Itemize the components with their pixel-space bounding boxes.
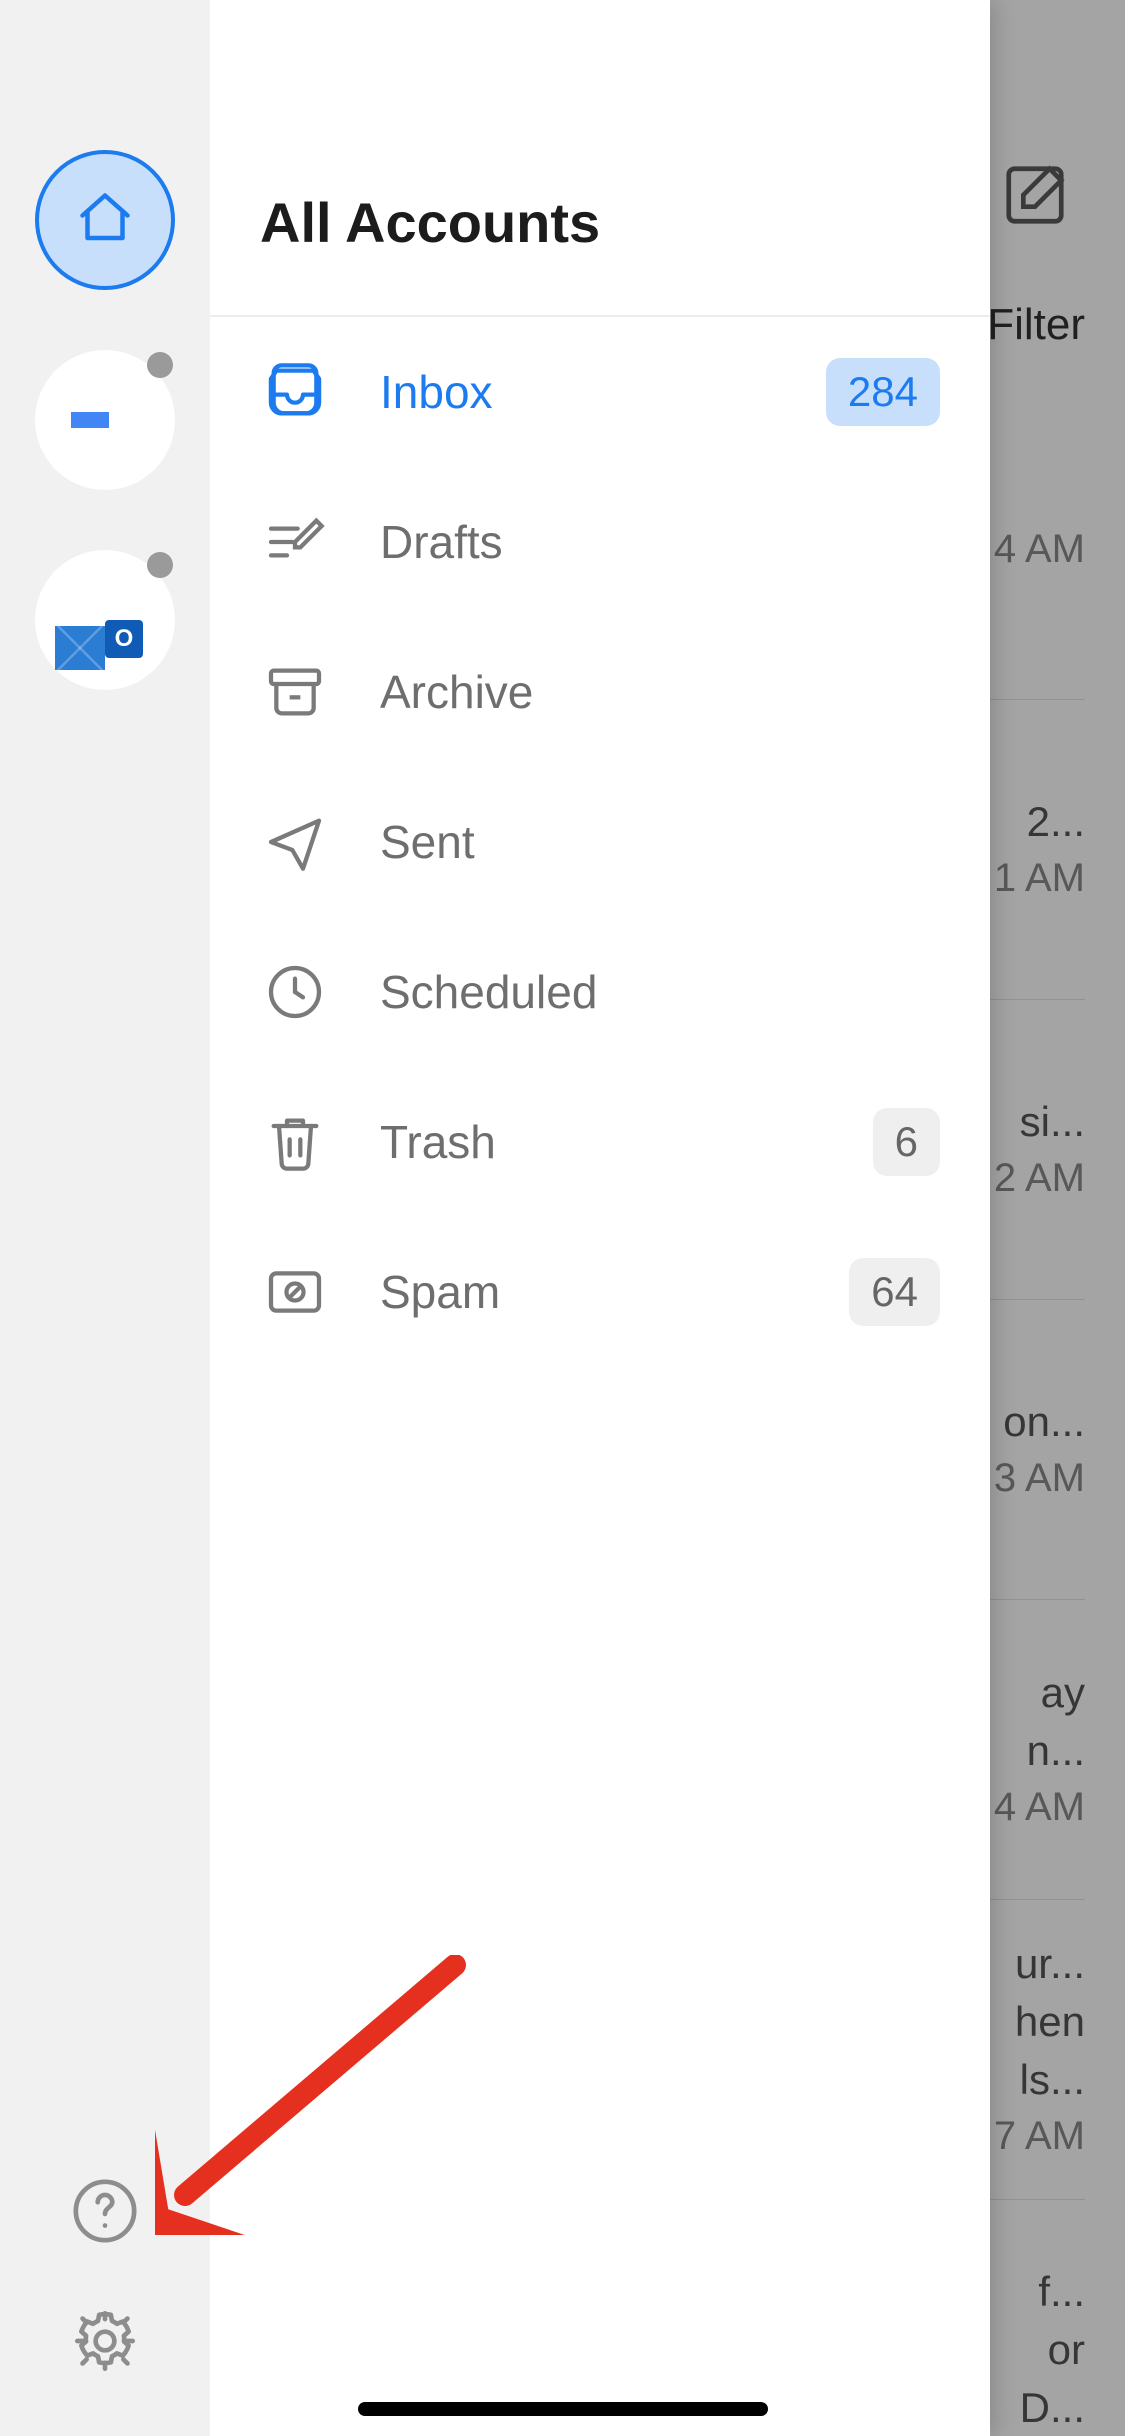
account-all-home[interactable] [35,150,175,290]
folder-label: Archive [380,665,940,719]
sent-icon [260,807,330,877]
folder-label: Drafts [380,515,940,569]
folder-archive[interactable]: Archive [210,617,990,767]
folder-label: Scheduled [380,965,940,1019]
folder-sent[interactable]: Sent [210,767,990,917]
spam-icon [260,1257,330,1327]
annotation-arrow [155,1955,485,2235]
folder-trash[interactable]: Trash 6 [210,1067,990,1217]
archive-icon [260,657,330,727]
home-icon [75,188,135,253]
folder-scheduled[interactable]: Scheduled [210,917,990,1067]
folder-label: Inbox [380,365,826,419]
folder-label: Sent [380,815,940,869]
inbox-icon [260,357,330,427]
help-button[interactable] [70,2176,140,2246]
trash-icon [260,1107,330,1177]
home-indicator [358,2402,768,2416]
drafts-icon [260,507,330,577]
sidebar-drawer: O All Accounts [0,0,990,2436]
unread-dot [147,352,173,378]
folder-drafts[interactable]: Drafts [210,467,990,617]
folder-count-badge: 6 [873,1108,940,1176]
unread-dot [147,552,173,578]
folder-inbox[interactable]: Inbox 284 [210,317,990,467]
account-outlook[interactable]: O [35,550,175,690]
scheduled-icon [260,957,330,1027]
folder-count-badge: 284 [826,358,940,426]
panel-title: All Accounts [210,150,990,317]
folder-spam[interactable]: Spam 64 [210,1217,990,1367]
settings-button[interactable] [70,2306,140,2376]
folder-count-badge: 64 [849,1258,940,1326]
folder-label: Spam [380,1265,849,1319]
folder-label: Trash [380,1115,873,1169]
account-google[interactable] [35,350,175,490]
